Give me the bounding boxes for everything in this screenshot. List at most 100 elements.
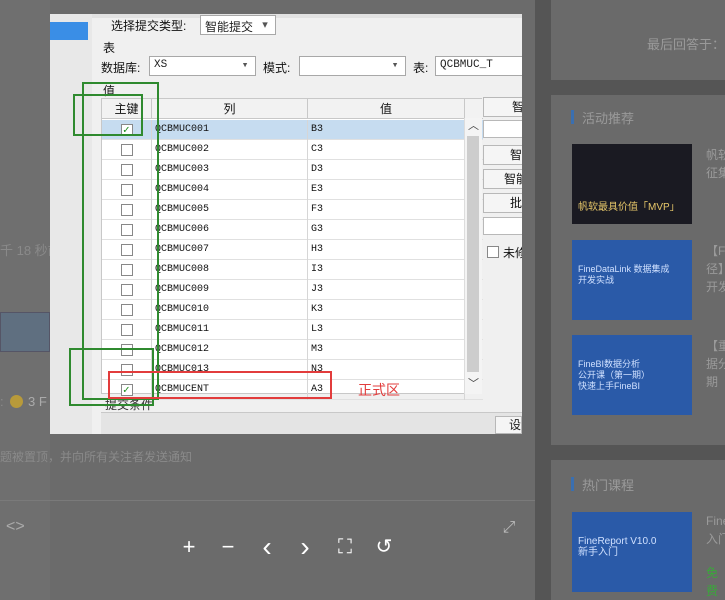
mode-select[interactable]: ▾: [299, 56, 406, 76]
activity-thumb-3-text: FineBI数据分析 公开课（第一期） 快速上手FineBI: [578, 359, 651, 391]
course-side-1[interactable]: Fine 入门: [706, 512, 725, 548]
database-label: 数据库:: [101, 61, 141, 75]
right-field-2[interactable]: [483, 217, 522, 235]
column-name-cell: QCBMUC005: [152, 200, 308, 220]
table-row[interactable]: QCBMUC005 F3: [102, 200, 483, 220]
column-name-cell: QCBMUC011: [152, 320, 308, 340]
submit-type-value: 智能提交: [205, 20, 254, 34]
table-value: QCBMUC_T: [440, 59, 493, 71]
annotation-formal-area-label: 正式区: [358, 382, 400, 398]
prev-icon[interactable]: ‹: [255, 533, 279, 561]
last-reply-text: 最后回答于：: [647, 37, 725, 52]
activity-side-1[interactable]: 帆软 征集: [706, 146, 725, 182]
column-name-cell: QCBMUC001: [152, 120, 308, 140]
course-free-badge: 免费: [706, 566, 719, 598]
course-thumb-1[interactable]: FineReport V10.0 新手入门: [572, 512, 692, 592]
table-row[interactable]: QCBMUC011 L3: [102, 320, 483, 340]
database-select[interactable]: XS ▾: [149, 56, 256, 76]
table-row[interactable]: QCBMUC008 I3: [102, 260, 483, 280]
table-row[interactable]: QCBMUC002 C3: [102, 140, 483, 160]
column-name-cell: QCBMUC010: [152, 300, 308, 320]
chevron-down-icon: ▾: [241, 60, 249, 72]
submit-type-select[interactable]: 智能提交 ▾: [200, 15, 276, 35]
header-value[interactable]: 值: [308, 99, 465, 119]
dialog-left-selected-item[interactable]: [50, 22, 88, 40]
value-cell[interactable]: I3: [308, 260, 465, 280]
column-name-cell: QCBMUC012: [152, 340, 308, 360]
activity-thumb-2-text: FineDataLink 数据集成 开发实战: [578, 264, 670, 285]
right-button-3[interactable]: 智能: [483, 169, 522, 189]
header-column[interactable]: 列: [152, 99, 308, 119]
activity-thumb-1-text: 帆软最具价值「MVP」: [578, 202, 680, 213]
value-cell[interactable]: G3: [308, 220, 465, 240]
value-cell[interactable]: J3: [308, 280, 465, 300]
zoom-out-icon[interactable]: −: [216, 535, 240, 559]
right-field-1[interactable]: [483, 120, 522, 138]
value-cell[interactable]: C3: [308, 140, 465, 160]
courses-title: 热门课程: [582, 478, 635, 493]
scrollbar-thumb[interactable]: [467, 136, 479, 372]
chevron-down-icon: ▾: [262, 18, 268, 31]
grid-header: 主键 列 值: [102, 99, 483, 119]
courses-title-bar: [571, 477, 574, 491]
column-name-cell: QCBMUC009: [152, 280, 308, 300]
activity-thumb-1[interactable]: 帆软最具价值「MVP」: [572, 144, 692, 224]
table-row[interactable]: QCBMUC009 J3: [102, 280, 483, 300]
table-row[interactable]: QCBMUC003 D3: [102, 160, 483, 180]
activity-side-3[interactable]: 【重 据分 期: [706, 337, 725, 391]
right-checkbox[interactable]: [487, 246, 499, 258]
bg-notice-text: 题被置顶，并向所有关注者发送通知: [0, 450, 193, 464]
activity-side-2[interactable]: 【F 径】 开发: [706, 242, 725, 296]
bg-divider: [0, 500, 535, 501]
background-highlight-band: [0, 312, 50, 352]
grid-scrollbar[interactable]: ︿ ﹀: [464, 118, 482, 394]
right-button-4[interactable]: 批: [483, 193, 522, 213]
value-cell[interactable]: K3: [308, 300, 465, 320]
column-name-cell: QCBMUC008: [152, 260, 308, 280]
table-section-label: 表: [103, 41, 116, 55]
next-icon[interactable]: ›: [293, 533, 317, 561]
table-row[interactable]: QCBMUC012 M3: [102, 340, 483, 360]
activity-title-bar: [571, 110, 574, 124]
right-checkbox-label: 未修: [503, 246, 522, 260]
database-value: XS: [154, 59, 168, 71]
code-icon[interactable]: <>: [6, 518, 25, 536]
activity-thumb-3[interactable]: FineBI数据分析 公开课（第一期） 快速上手FineBI: [572, 335, 692, 415]
background-left-strip: [0, 0, 50, 600]
table-row[interactable]: QCBMUC004 E3: [102, 180, 483, 200]
column-name-cell: QCBMUC004: [152, 180, 308, 200]
right-button-1[interactable]: 智: [483, 97, 522, 117]
table-row[interactable]: QCBMUC006 G3: [102, 220, 483, 240]
activity-title: 活动推荐: [582, 111, 635, 126]
right-button-2[interactable]: 智: [483, 145, 522, 165]
table-row[interactable]: QCBMUC001B3: [102, 120, 483, 140]
chevron-down-icon[interactable]: ﹀: [465, 376, 482, 392]
bottom-settings-button[interactable]: 设: [495, 416, 522, 434]
zoom-in-icon[interactable]: +: [177, 535, 201, 559]
value-cell[interactable]: B3: [308, 120, 465, 140]
table-row[interactable]: QCBMUC010 K3: [102, 300, 483, 320]
bg-colon-text: :: [0, 394, 4, 409]
value-cell[interactable]: L3: [308, 320, 465, 340]
expand-icon[interactable]: ⤢: [497, 516, 521, 540]
mode-label: 模式:: [263, 61, 291, 75]
value-cell[interactable]: D3: [308, 160, 465, 180]
chevron-down-icon: ▾: [391, 60, 399, 72]
bg-coin-count: 3 F: [28, 394, 47, 409]
value-cell[interactable]: H3: [308, 240, 465, 260]
right-spacer: [474, 124, 482, 142]
value-cell[interactable]: M3: [308, 340, 465, 360]
table-input[interactable]: QCBMUC_T: [435, 56, 522, 76]
value-cell[interactable]: E3: [308, 180, 465, 200]
annotation-formal-area-box: [108, 371, 332, 399]
column-name-cell: QCBMUC007: [152, 240, 308, 260]
table-label: 表:: [413, 61, 429, 75]
activity-thumb-2[interactable]: FineDataLink 数据集成 开发实战: [572, 240, 692, 320]
submit-type-label: 选择提交类型:: [111, 19, 187, 33]
table-row[interactable]: QCBMUC007 H3: [102, 240, 483, 260]
rotate-icon[interactable]: ↺: [372, 535, 396, 559]
coin-icon: [10, 395, 23, 408]
fit-screen-icon[interactable]: ⛶: [333, 535, 357, 559]
course-thumb-1-text: FineReport V10.0 新手入门: [578, 536, 657, 558]
value-cell[interactable]: F3: [308, 200, 465, 220]
